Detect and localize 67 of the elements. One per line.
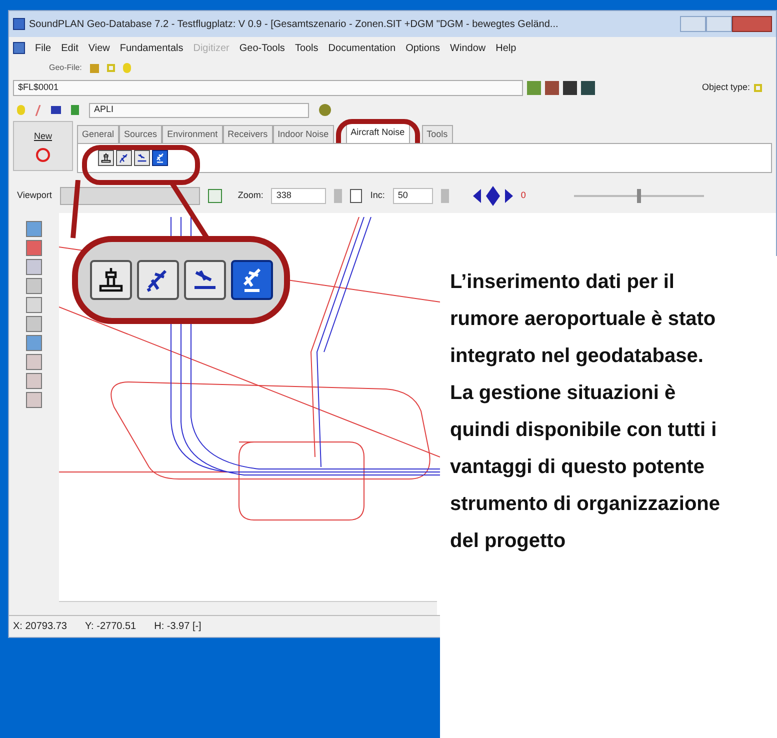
- rotation-value: 0: [520, 189, 526, 202]
- inc-field[interactable]: 50: [392, 188, 433, 204]
- airplane-icon: [154, 152, 166, 164]
- close-icon[interactable]: [732, 16, 772, 32]
- object-type-label: Object type:: [702, 81, 750, 94]
- landing-tool-button[interactable]: [184, 260, 226, 300]
- direction-arrows-icon: [472, 186, 513, 206]
- menu-item[interactable]: Help: [496, 40, 516, 56]
- tab[interactable]: Sources: [119, 125, 162, 143]
- apli-tool-button[interactable]: [152, 150, 168, 166]
- tab[interactable]: Receivers: [222, 125, 273, 143]
- tower-tool-button[interactable]: [90, 260, 132, 300]
- callout-text: L’inserimento dati per il rumore aeroportuale è stato integrato nel geodatabase. La gestione situazioni è quindi disponibile con tutti i vantaggi di questo potente strumento di organizzazione del progetto: [450, 270, 722, 554]
- landing-tool-button[interactable]: [134, 150, 150, 166]
- file-field[interactable]: $FL$0001: [13, 80, 523, 96]
- tab[interactable]: Tools: [422, 125, 453, 143]
- maximize-icon[interactable]: [706, 16, 732, 32]
- toolbar-tool-icon[interactable]: [26, 335, 42, 351]
- new-button[interactable]: New: [13, 121, 73, 171]
- tower-icon: [100, 152, 112, 164]
- toolbar-tool-icon[interactable]: [26, 316, 42, 332]
- minimize-icon[interactable]: [680, 16, 706, 32]
- app-icon: [13, 18, 25, 30]
- status-coordinate: X: 20793.73: [13, 620, 67, 634]
- airplane-icon: [118, 152, 130, 164]
- toolbar-tool-icon[interactable]: [26, 373, 42, 389]
- status-coordinate: Y: -2770.51: [84, 620, 136, 634]
- tab[interactable]: General: [77, 125, 120, 143]
- toolbar-tool-icon[interactable]: [26, 354, 42, 370]
- toolbar-tool-icon[interactable]: [26, 278, 42, 294]
- apli-tool-button[interactable]: [230, 260, 272, 300]
- viewport-label: Viewport: [17, 189, 52, 202]
- menu-item[interactable]: File: [35, 40, 52, 56]
- tower-tool-button[interactable]: [98, 150, 114, 166]
- toolbar-tool-icon[interactable]: [26, 297, 42, 313]
- tab[interactable]: Environment: [162, 125, 223, 143]
- menu-item[interactable]: View: [88, 40, 110, 56]
- layer-field[interactable]: APLI: [89, 102, 309, 118]
- pencil-icon: [35, 104, 41, 116]
- menu-item[interactable]: Documentation: [328, 40, 396, 56]
- inc-label: Inc:: [370, 189, 385, 202]
- menu-item[interactable]: Tools: [294, 40, 318, 56]
- document-icon: [13, 42, 25, 54]
- status-coordinate: H: -3.97 [-]: [154, 620, 202, 634]
- plane-tool-button[interactable]: [136, 260, 178, 300]
- menu-item[interactable]: Geo-Tools: [239, 40, 285, 56]
- window-title: SoundPLAN Geo-Database 7.2 - Testflugplatz: V 0.9 - [Gesamtszenario - Zonen.SIT +DGM "DGM - bewegtes Geländ...: [29, 18, 558, 32]
- menu-item[interactable]: Options: [406, 40, 440, 56]
- landing-airplane-icon: [136, 152, 148, 164]
- add-view-icon: [208, 189, 222, 203]
- square-icon: [106, 64, 115, 72]
- toolbar-tool-icon[interactable]: [26, 392, 42, 408]
- tab[interactable]: Indoor Noise: [272, 125, 334, 143]
- toolbar-tool-icon[interactable]: [26, 259, 42, 275]
- zoom-field[interactable]: 338: [271, 188, 326, 204]
- zoom-label: Zoom:: [238, 189, 264, 202]
- menu-item[interactable]: Edit: [61, 40, 78, 56]
- geo-file-label: Geo-File:: [49, 62, 82, 74]
- menu-item[interactable]: Fundamentals: [120, 40, 184, 56]
- page-icon: [350, 189, 362, 203]
- plane-tool-button[interactable]: [116, 150, 132, 166]
- toolbar-tool-icon[interactable]: [26, 221, 42, 237]
- square-icon: [754, 84, 762, 92]
- viewport-dropdown[interactable]: [60, 187, 200, 205]
- refresh-icon: [36, 148, 50, 162]
- menu-item[interactable]: Window: [450, 40, 486, 56]
- slider-thumb[interactable]: [636, 189, 641, 203]
